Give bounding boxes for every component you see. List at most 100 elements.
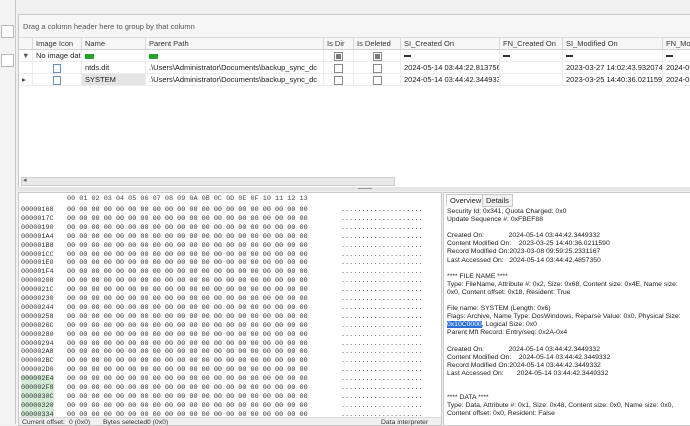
hex-ascii[interactable]: .................... <box>341 348 423 357</box>
hex-row[interactable]: 00000258 00 00 00 00 00 00 00 00 00 00 00… <box>19 313 441 322</box>
scroll-left-icon[interactable]: ◂ <box>23 176 27 184</box>
hex-ascii[interactable]: .................... <box>341 322 423 331</box>
table-cell-si-modified[interactable]: 2023-03-27 14:02:43.9320745 <box>563 62 663 74</box>
hex-ascii[interactable]: .................... <box>341 206 423 215</box>
hex-row[interactable]: 000002BC 00 00 00 00 00 00 00 00 00 00 00… <box>19 357 441 366</box>
hex-ascii[interactable]: .................... <box>341 375 423 384</box>
table-cell-si-modified[interactable]: 2023-03-25 14:40:36.0211590 <box>563 74 663 86</box>
table-cell-is-dir[interactable] <box>324 74 354 86</box>
hex-bytes[interactable]: 00 00 00 00 00 00 00 00 00 00 00 00 00 0… <box>67 277 308 286</box>
filter-checkbox[interactable] <box>372 51 382 61</box>
col-header-name[interactable]: Name <box>82 38 146 50</box>
row-indicator[interactable] <box>19 62 33 74</box>
table-cell-parent-path[interactable]: .\Users\Administrator\Documents\backup_s… <box>146 74 324 86</box>
hex-row[interactable]: 000002A8 00 00 00 00 00 00 00 00 00 00 00… <box>19 348 441 357</box>
checkbox[interactable] <box>372 75 382 85</box>
hex-ascii[interactable]: .................... <box>341 259 423 268</box>
table-cell-si-created[interactable]: 2024-05-14 03:44:42.3449332 <box>401 74 500 86</box>
hex-row[interactable]: 00000230 00 00 00 00 00 00 00 00 00 00 00… <box>19 295 441 304</box>
hex-ascii[interactable]: .................... <box>341 357 423 366</box>
hex-ascii[interactable]: .................... <box>341 268 423 277</box>
hex-bytes[interactable]: 00 00 00 00 00 00 00 00 00 00 00 00 00 0… <box>67 313 308 322</box>
hex-ascii[interactable]: .................... <box>341 340 423 349</box>
hex-row[interactable]: 00000208 00 00 00 00 00 00 00 00 00 00 00… <box>19 277 441 286</box>
hex-bytes[interactable]: 00 00 00 00 00 00 00 00 00 00 00 00 00 0… <box>67 259 308 268</box>
hex-bytes[interactable]: 00 00 00 00 00 00 00 00 00 00 00 00 00 0… <box>67 357 308 366</box>
filter-is-dir[interactable] <box>324 50 354 62</box>
hex-ascii[interactable]: .................... <box>341 286 423 295</box>
col-header-fn-created[interactable]: FN_Created On <box>500 38 563 50</box>
selected-text[interactable]: 0x10C0000 <box>447 321 482 329</box>
col-header-is-deleted[interactable]: Is Deleted <box>354 38 401 50</box>
col-header-si-created[interactable]: SI_Created On <box>401 38 500 50</box>
left-pane-input-2[interactable] <box>1 54 14 67</box>
hex-ascii[interactable]: .................... <box>341 251 423 260</box>
hex-ascii[interactable]: .................... <box>341 295 423 304</box>
row-indicator-current[interactable]: ▸ <box>19 74 33 86</box>
hex-bytes[interactable]: 00 00 00 00 00 00 00 00 00 00 00 00 00 0… <box>67 242 308 251</box>
data-interpreter-button[interactable]: Data interpreter <box>381 418 428 425</box>
filter-si-modified[interactable] <box>563 50 663 62</box>
hex-ascii[interactable]: .................... <box>341 402 423 411</box>
filter-fn-created[interactable] <box>500 50 563 62</box>
checkbox[interactable] <box>372 63 382 73</box>
table-cell-si-created[interactable]: 2024-05-14 03:44:22.8137562 <box>401 62 500 74</box>
filter-si-created[interactable] <box>401 50 500 62</box>
hex-row[interactable]: 00000280 00 00 00 00 00 00 00 00 00 00 00… <box>19 331 441 340</box>
hex-row[interactable]: 00000244 00 00 00 00 00 00 00 00 00 00 00… <box>19 304 441 313</box>
hex-bytes[interactable]: 00 00 00 00 00 00 00 00 00 00 00 00 00 0… <box>67 206 308 215</box>
hex-bytes[interactable]: 00 00 00 00 00 00 00 00 00 00 00 00 00 0… <box>67 348 308 357</box>
hex-bytes[interactable]: 00 00 00 00 00 00 00 00 00 00 00 00 00 0… <box>67 295 308 304</box>
hex-ascii[interactable]: .................... <box>341 215 423 224</box>
filter-checkbox[interactable] <box>334 51 343 61</box>
group-by-hint[interactable]: Drag a column header here to group by th… <box>19 15 690 38</box>
table-cell-is-deleted[interactable] <box>354 74 401 86</box>
hex-bytes[interactable]: 00 00 00 00 00 00 00 00 00 00 00 00 00 0… <box>67 340 308 349</box>
col-header-image-icon[interactable]: Image Icon <box>33 38 82 50</box>
hex-ascii[interactable]: .................... <box>341 277 423 286</box>
col-header-fn-modified[interactable]: FN_Mo <box>663 38 690 50</box>
table-cell-fn-modified[interactable]: 2024-05 <box>663 74 690 86</box>
hex-row[interactable]: 0000026C 00 00 00 00 00 00 00 00 00 00 00… <box>19 322 441 331</box>
hex-bytes[interactable]: 00 00 00 00 00 00 00 00 00 00 00 00 00 0… <box>67 402 308 411</box>
horizontal-scrollbar[interactable]: ◂ <box>21 177 395 186</box>
hex-bytes[interactable]: 00 00 00 00 00 00 00 00 00 00 00 00 00 0… <box>67 375 308 384</box>
hex-row[interactable]: 0000017C 00 00 00 00 00 00 00 00 00 00 00… <box>19 215 441 224</box>
hex-row[interactable]: 00000168 00 00 00 00 00 00 00 00 00 00 00… <box>19 206 441 215</box>
overview-text[interactable]: Security Id: 0x341, Quota Charged: 0x0 Up… <box>447 208 690 425</box>
filter-name[interactable] <box>82 50 146 62</box>
hex-row[interactable]: 00000294 00 00 00 00 00 00 00 00 00 00 00… <box>19 340 441 349</box>
hex-bytes[interactable]: 00 00 00 00 00 00 00 00 00 00 00 00 00 0… <box>67 224 308 233</box>
hex-bytes[interactable]: 00 00 00 00 00 00 00 00 00 00 00 00 00 0… <box>67 215 308 224</box>
hex-bytes[interactable]: 00 00 00 00 00 00 00 00 00 00 00 00 00 0… <box>67 286 308 295</box>
hex-row[interactable]: 00000190 00 00 00 00 00 00 00 00 00 00 00… <box>19 224 441 233</box>
hex-ascii[interactable]: .................... <box>341 304 423 313</box>
hex-row[interactable]: 0000030C 00 00 00 00 00 00 00 00 00 00 00… <box>19 392 441 402</box>
hex-bytes[interactable]: 00 00 00 00 00 00 00 00 00 00 00 00 00 0… <box>67 304 308 313</box>
table-cell-parent-path[interactable]: .\Users\Administrator\Documents\backup_s… <box>146 62 324 74</box>
filter-fn-modified[interactable] <box>663 50 690 62</box>
filter-image-icon[interactable]: No image data <box>33 50 82 62</box>
checkbox[interactable] <box>334 75 343 85</box>
hex-row[interactable]: 000002D0 00 00 00 00 00 00 00 00 00 00 00… <box>19 366 441 375</box>
hex-viewer[interactable]: 00 01 02 03 04 05 06 07 08 09 0A 0B 0C 0… <box>18 192 442 426</box>
hex-ascii[interactable]: .................... <box>341 393 423 402</box>
hex-bytes[interactable]: 00 00 00 00 00 00 00 00 00 00 00 00 00 0… <box>67 251 308 260</box>
hex-ascii[interactable]: .................... <box>341 313 423 322</box>
hex-bytes[interactable]: 00 00 00 00 00 00 00 00 00 00 00 00 00 0… <box>67 268 308 277</box>
hex-ascii[interactable]: .................... <box>341 233 423 242</box>
table-cell-is-dir[interactable] <box>324 62 354 74</box>
hex-ascii[interactable]: .................... <box>341 242 423 251</box>
hex-ascii[interactable]: .................... <box>341 384 423 393</box>
hex-row[interactable]: 000001E0 00 00 00 00 00 00 00 00 00 00 00… <box>19 259 441 268</box>
hex-ascii[interactable]: .................... <box>341 224 423 233</box>
table-cell-name[interactable]: ntds.dit <box>82 62 146 74</box>
hex-row[interactable]: 000001B8 00 00 00 00 00 00 00 00 00 00 00… <box>19 242 441 251</box>
col-header-si-modified[interactable]: SI_Modified On <box>563 38 663 50</box>
left-pane-input[interactable] <box>1 25 14 38</box>
hex-bytes[interactable]: 00 00 00 00 00 00 00 00 00 00 00 00 00 0… <box>67 322 308 331</box>
pane-splitter[interactable] <box>18 187 690 191</box>
filter-icon[interactable]: ▼ <box>19 50 33 62</box>
tab-details[interactable]: Details <box>482 194 513 207</box>
col-header-is-dir[interactable]: Is Dir <box>324 38 354 50</box>
